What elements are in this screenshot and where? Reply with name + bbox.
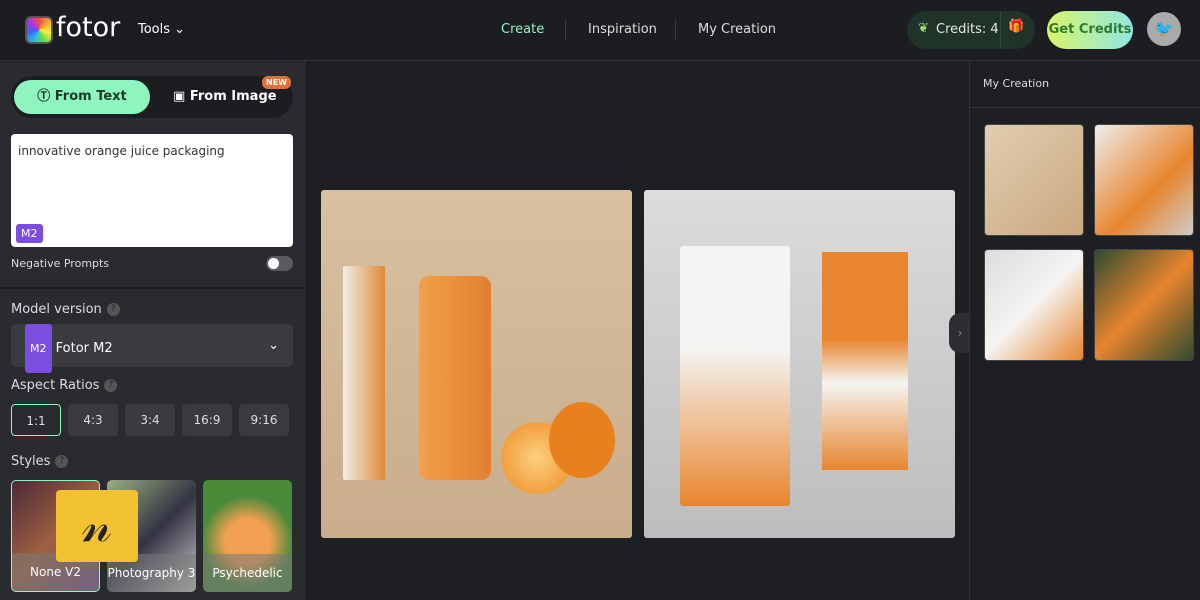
mode-tabs: Ⓣ From Text ▣ From Image — [11, 76, 293, 118]
avatar[interactable]: 🐦 — [1147, 12, 1181, 46]
negative-prompts-label: Negative Prompts — [11, 257, 110, 270]
fotor-logo-icon[interactable] — [25, 16, 53, 44]
top-bar: fotor Tools ⌄ Create Inspiration My Crea… — [0, 0, 1200, 61]
aspect-ratios-label: Aspect Ratios? — [11, 378, 118, 393]
label-text: Styles — [11, 454, 51, 469]
credits-count: Credits: 4 — [936, 22, 999, 37]
creation-thumbnail[interactable] — [1094, 124, 1194, 236]
logo-text[interactable]: fotor — [56, 12, 120, 43]
bottle-shape — [419, 276, 491, 480]
divider — [1000, 11, 1001, 49]
help-icon[interactable]: ? — [104, 379, 118, 392]
creation-thumbnail[interactable] — [984, 124, 1084, 236]
tab-from-text[interactable]: Ⓣ From Text — [14, 80, 150, 114]
tools-label: Tools — [138, 22, 171, 37]
chevron-down-icon: ⌄ — [174, 22, 186, 37]
generated-image-2[interactable] — [644, 190, 955, 538]
credits-pill[interactable]: ❦ Credits: 4 🎁 — [907, 11, 1035, 49]
divider — [0, 287, 307, 289]
carton-shape — [343, 266, 385, 480]
aspect-9-16[interactable]: 9:16 — [239, 404, 289, 436]
prompt-input[interactable]: innovative orange juice packaging M2 — [11, 134, 293, 247]
aspect-16-9[interactable]: 16:9 — [182, 404, 232, 436]
new-badge: NEW — [262, 76, 291, 89]
nav-create[interactable]: Create — [501, 22, 544, 37]
style-psychedelic[interactable]: Psychedelic — [203, 480, 292, 592]
leaf-icon: ❦ — [918, 21, 929, 36]
divider — [970, 107, 1200, 108]
divider — [675, 20, 676, 40]
prompt-text: innovative orange juice packaging — [18, 144, 225, 158]
generated-image-1[interactable] — [321, 190, 632, 538]
orange-shape — [549, 402, 615, 478]
help-icon[interactable]: ? — [55, 455, 69, 468]
main-canvas: › — [308, 62, 971, 600]
aspect-1-1[interactable]: 1:1 — [11, 404, 61, 436]
get-credits-button[interactable]: Get Credits — [1047, 11, 1133, 49]
aspect-3-4[interactable]: 3:4 — [125, 404, 175, 436]
creation-thumbnail[interactable] — [984, 249, 1084, 361]
gift-icon[interactable]: 🎁 — [1008, 19, 1024, 34]
label-text: Model version — [11, 302, 102, 317]
tab-label: From Image — [189, 89, 277, 104]
tab-label: From Text — [54, 89, 127, 104]
nav-inspiration[interactable]: Inspiration — [588, 22, 657, 37]
carton-shape — [680, 246, 790, 506]
carton-shape — [822, 252, 908, 470]
panel-title: My Creation — [983, 77, 1050, 90]
aspect-4-3[interactable]: 4:3 — [68, 404, 118, 436]
help-icon[interactable]: ? — [106, 303, 120, 316]
tools-menu[interactable]: Tools ⌄ — [138, 22, 185, 37]
my-creation-panel: My Creation — [969, 62, 1200, 600]
model-value: Fotor M2 — [55, 341, 113, 356]
watermark-logo: 𝓃 — [56, 490, 138, 562]
creation-thumbnail[interactable] — [1094, 249, 1194, 361]
model-badge: M2 — [16, 224, 43, 243]
model-badge: M2 — [25, 324, 52, 373]
expand-panel-button[interactable]: › — [949, 313, 971, 353]
styles-label: Styles? — [11, 454, 69, 469]
label-text: Aspect Ratios — [11, 378, 100, 393]
model-select[interactable]: M2 Fotor M2 ⌄ — [11, 324, 293, 373]
model-version-label: Model version? — [11, 302, 120, 317]
negative-prompts-toggle[interactable] — [266, 256, 293, 271]
divider — [565, 20, 566, 40]
image-icon: ▣ — [173, 89, 186, 104]
style-label: Psychedelic — [203, 554, 292, 592]
text-icon: Ⓣ — [37, 89, 51, 104]
left-panel: Ⓣ From Text ▣ From Image NEW innovative … — [0, 62, 307, 600]
chevron-down-icon: ⌄ — [268, 338, 279, 353]
nav-my-creation[interactable]: My Creation — [698, 22, 776, 37]
